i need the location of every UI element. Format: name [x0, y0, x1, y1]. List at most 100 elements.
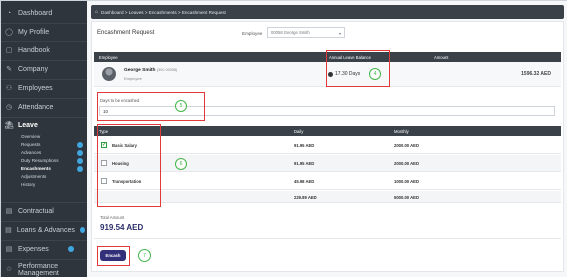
breadcrumb-path: Dashboard > Leaves > Encashments > Encas…: [101, 9, 226, 15]
monthly-value: 2000.00 AED: [394, 161, 419, 166]
chevron-down-icon: ▾: [338, 31, 341, 36]
column-header: Monthly: [394, 129, 409, 134]
sidebar-item-label: Leave: [18, 121, 38, 129]
divider: [1, 240, 87, 241]
subitem-label: Overview: [21, 134, 41, 139]
employee-name-text: George Smith: [124, 68, 156, 73]
sidebar-item-performance[interactable]: ☆ Performance Management: [5, 263, 85, 277]
sidebar-subitem-requests[interactable]: Requests: [21, 141, 83, 148]
divider: [1, 41, 87, 42]
sidebar-item-label: Handbook: [18, 46, 50, 54]
sidebar-subitem-overview[interactable]: Overview: [21, 133, 83, 140]
total-amount-value: 919.54 AED: [100, 223, 144, 232]
column-header: Employee: [99, 55, 118, 60]
totals-row: 229.89 AED 5000.00 AED: [94, 191, 561, 203]
notification-badge: [77, 149, 83, 156]
sidebar: ◔ Dashboard ◯ My Profile ▢ Handbook ✎ Co…: [1, 1, 87, 277]
divider: [1, 221, 87, 222]
contract-icon: ▤: [5, 208, 13, 215]
employee-amount: 1596.32 AED: [521, 71, 551, 77]
total-amount-label: Total Amount: [100, 215, 125, 220]
employee-name: George Smith (300 00058): [124, 68, 177, 73]
subitem-label: History: [21, 182, 36, 187]
divider: [1, 98, 87, 99]
table-row: ✓ Basic Salary 91.95 AED 2000.00 AED: [94, 137, 561, 154]
employee-select-value: 00058 George Smith: [271, 30, 310, 35]
highlight-box-types: [97, 124, 161, 207]
avatar: [102, 67, 116, 81]
notification-badge: [77, 141, 83, 148]
encashment-request-card: Encashment Request Employee 00058 George…: [91, 21, 564, 272]
step-marker: 6: [175, 158, 187, 170]
sidebar-item-loans-advances[interactable]: ▤ Loans & Advances: [5, 224, 85, 236]
expenses-icon: ▤: [5, 246, 13, 253]
sidebar-item-label: Expenses: [18, 245, 49, 253]
sidebar-item-label: My Profile: [18, 28, 50, 36]
highlight-box-days: [97, 92, 205, 121]
divider: [94, 238, 561, 239]
highlight-box-balance: [326, 50, 390, 87]
leave-icon: ⛱: [4, 122, 14, 129]
step-marker: 7: [138, 249, 151, 262]
sidebar-item-label: Loans & Advances: [16, 226, 75, 234]
loans-icon: ▤: [5, 227, 12, 234]
book-icon: ▢: [5, 47, 13, 54]
subitem-label: Requests: [21, 142, 41, 147]
sidebar-subitem-advances[interactable]: Advances: [21, 149, 83, 156]
main-content: ⌂ Dashboard > Leaves > Encashments > Enc…: [87, 1, 567, 277]
divider: [1, 202, 87, 203]
sidebar-item-attendance[interactable]: ◷ Attendance: [5, 101, 85, 113]
column-header: Amount: [434, 55, 449, 60]
subitem-label: Advances: [21, 150, 42, 155]
sidebar-item-leave[interactable]: ⛱ Leave: [5, 119, 85, 131]
daily-total: 229.89 AED: [294, 195, 317, 200]
divider: [1, 60, 87, 61]
sidebar-subitem-duty-resumptions[interactable]: Duty Resumptions: [21, 157, 83, 164]
column-header: Daily: [294, 129, 304, 134]
sidebar-item-label: Contractual: [18, 207, 54, 215]
clock-icon: ◷: [5, 104, 13, 111]
sidebar-item-label: Performance Management: [18, 263, 59, 277]
daily-value: 91.95 AED: [294, 161, 315, 166]
notification-badge: [77, 165, 83, 172]
home-icon[interactable]: ⌂: [95, 9, 98, 15]
table-row: Housing 91.95 AED 2000.00 AED: [94, 155, 561, 172]
highlight-box-encash: [97, 246, 130, 266]
daily-value: 45.98 AED: [294, 179, 315, 184]
sidebar-item-label: Employees: [18, 84, 53, 92]
type-table-header: Type Daily Monthly: [94, 126, 561, 136]
divider: [1, 117, 87, 118]
sidebar-item-company[interactable]: ✎ Company: [5, 63, 85, 75]
employee-id: (300 00058): [156, 68, 178, 72]
notification-badge: [77, 157, 83, 164]
subitem-label: Encashments: [21, 166, 51, 171]
employee-select[interactable]: 00058 George Smith ▾: [267, 27, 345, 38]
sidebar-subitem-encashments[interactable]: Encashments: [21, 165, 83, 172]
subitem-label: Adjustments: [21, 174, 47, 179]
sidebar-item-label: Dashboard: [18, 9, 53, 17]
daily-value: 91.95 AED: [294, 143, 315, 148]
sidebar-item-handbook[interactable]: ▢ Handbook: [5, 44, 85, 56]
sidebar-item-expenses[interactable]: ▤ Expenses: [5, 243, 85, 255]
app-window: ◔ Dashboard ◯ My Profile ▢ Handbook ✎ Co…: [0, 0, 567, 277]
sidebar-item-contractual[interactable]: ▤ Contractual: [5, 205, 85, 217]
sidebar-subitem-adjustments[interactable]: Adjustments: [21, 173, 83, 180]
user-icon: ◯: [5, 29, 13, 36]
sidebar-subitem-history[interactable]: History: [21, 181, 83, 188]
sidebar-item-my-profile[interactable]: ◯ My Profile: [5, 26, 85, 38]
breadcrumb: ⌂ Dashboard > Leaves > Encashments > Enc…: [91, 5, 564, 19]
employee-role: Employee: [124, 76, 142, 81]
divider: [1, 259, 87, 260]
sidebar-item-dashboard[interactable]: ◔ Dashboard: [5, 7, 85, 19]
employee-label: Employee: [242, 31, 263, 36]
dashboard-icon: ◔: [6, 9, 12, 17]
notification-badge: [79, 227, 85, 233]
step-marker: 5: [175, 100, 187, 112]
notification-badge: [67, 246, 74, 252]
sidebar-item-employees[interactable]: ⚇ Employees: [5, 82, 85, 94]
performance-icon: ☆: [5, 265, 13, 273]
monthly-total: 5000.00 AED: [394, 195, 419, 200]
monthly-value: 1000.00 AED: [394, 179, 419, 184]
table-row: Transportation 45.98 AED 1000.00 AED: [94, 173, 561, 190]
step-marker: 4: [369, 68, 381, 80]
